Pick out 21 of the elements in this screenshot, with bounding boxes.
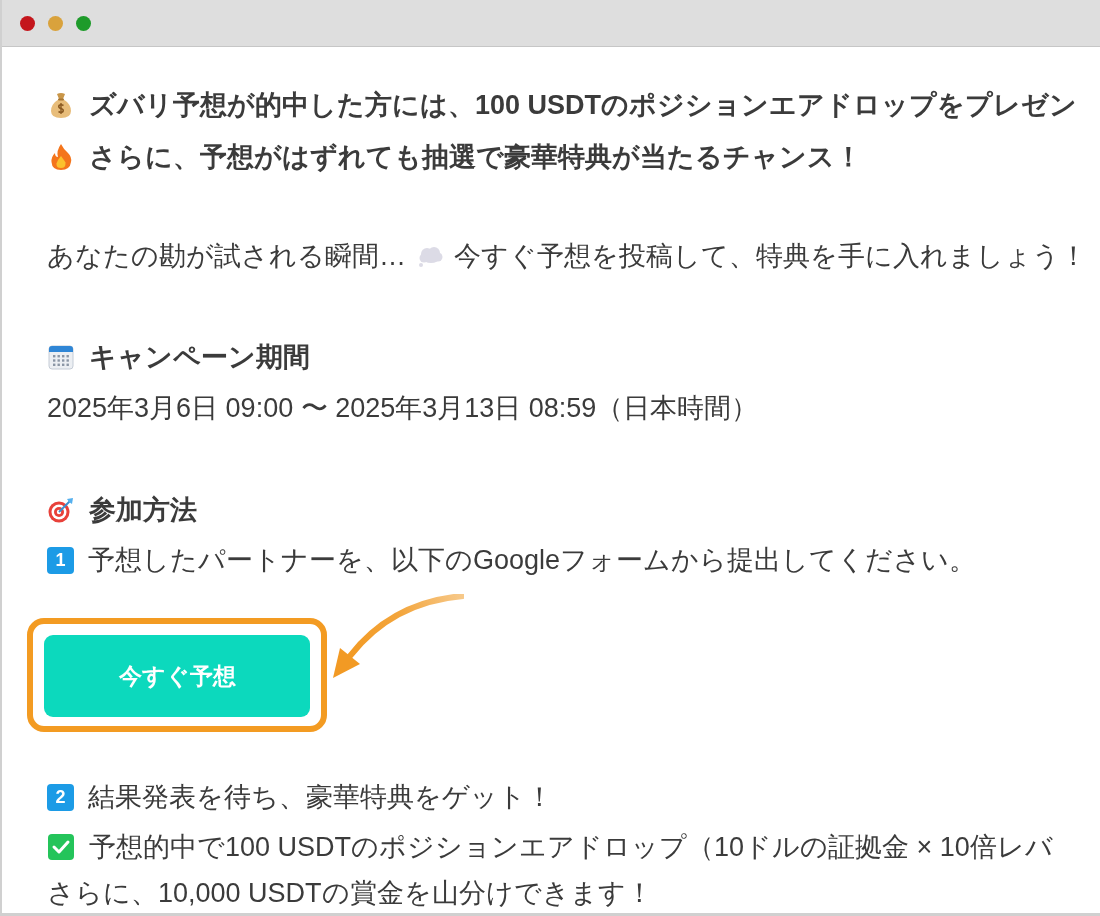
check-mark-icon — [47, 833, 75, 861]
step-text: 結果発表を待ち、豪華特典をゲット！ — [88, 781, 553, 814]
intro-text: さらに、予想がはずれても抽選で豪華特典が当たるチャンス！ — [89, 141, 862, 174]
predict-button[interactable]: 今すぐ予想 — [44, 635, 310, 717]
teaser-text: 今すぐ予想を投稿して、特典を手に入れましょう！ — [454, 240, 1087, 273]
thought-bubble-icon — [416, 244, 444, 268]
section-heading: キャンペーン期間 — [89, 341, 310, 374]
step-number: 2 — [47, 783, 74, 811]
calendar-icon — [47, 343, 75, 371]
closing-text: さらに、10,000 USDTの賞金を山分けできます！ — [47, 877, 653, 910]
maximize-button[interactable] — [76, 15, 91, 31]
section-heading: 参加方法 — [89, 494, 197, 527]
target-icon — [47, 496, 75, 524]
intro-text: ズバリ予想が的中した方には、100 USDTのポジションエアドロップをプレゼン — [89, 89, 1078, 122]
minimize-button[interactable] — [48, 15, 63, 31]
teaser-text: あなたの勘が試される瞬間… — [47, 240, 406, 273]
reward-text: 予想的中で100 USDTのポジションエアドロップ（10ドルの証拠金 × 10倍レバ — [89, 831, 1053, 864]
campaign-period-text: 2025年3月6日 09:00 〜 2025年3月13日 08:59（日本時間） — [47, 392, 759, 425]
step-text: 予想したパートナーを、以下のGoogleフォームから提出してください。 — [88, 544, 977, 577]
close-button[interactable] — [20, 15, 35, 31]
step-number: 1 — [47, 546, 74, 574]
